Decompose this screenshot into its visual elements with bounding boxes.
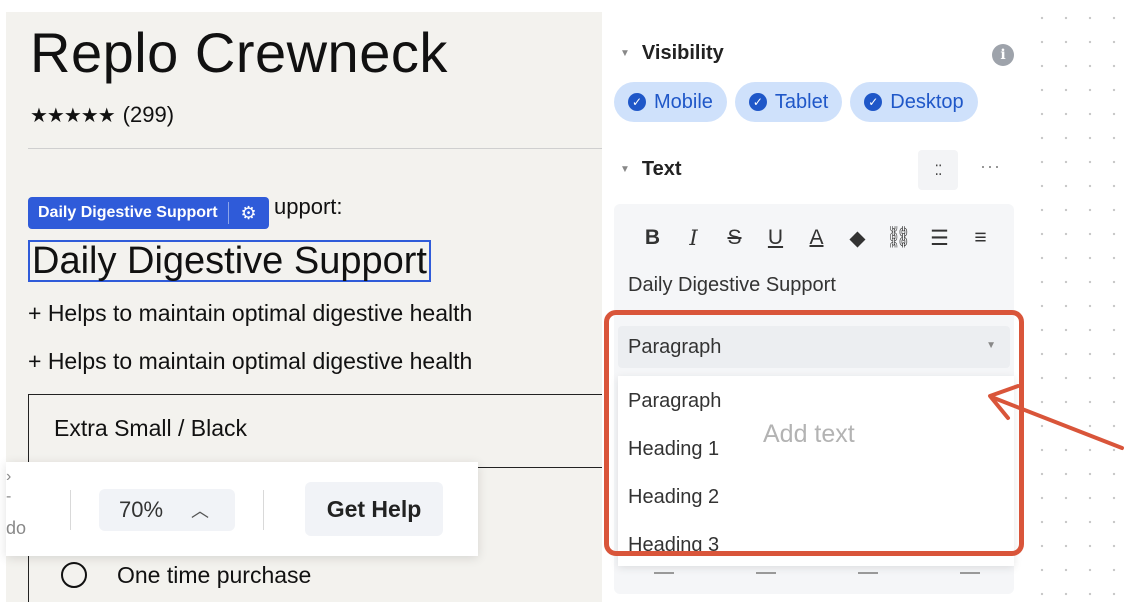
align-justify-icon[interactable] bbox=[960, 572, 980, 574]
chip-label: Mobile bbox=[654, 90, 713, 113]
toolbar-divider bbox=[70, 490, 71, 530]
chip-label: Tablet bbox=[774, 90, 829, 113]
one-time-purchase-label[interactable]: One time purchase bbox=[117, 562, 311, 589]
text-color-icon[interactable]: A bbox=[796, 226, 837, 251]
visibility-title: Visibility bbox=[641, 42, 724, 64]
chip-label: Desktop bbox=[890, 90, 964, 113]
get-help-button[interactable]: Get Help bbox=[305, 482, 443, 536]
toolbar-divider bbox=[263, 490, 264, 530]
benefit-line-1[interactable]: + Helps to maintain optimal digestive he… bbox=[28, 300, 472, 327]
check-circle-icon: ✓ bbox=[628, 93, 646, 111]
align-right-icon[interactable] bbox=[858, 572, 878, 574]
zoom-value: 70% bbox=[119, 497, 164, 522]
align-center-icon[interactable] bbox=[756, 572, 776, 574]
visibility-chip-mobile[interactable]: ✓ Mobile bbox=[614, 82, 727, 122]
more-options-icon[interactable]: ··· bbox=[980, 156, 1001, 177]
floating-toolbar: › - do 70% ︿ Get Help bbox=[6, 462, 478, 556]
star-rating-icon: ★★★★★ bbox=[30, 105, 116, 127]
annotation-highlight-box bbox=[604, 310, 1024, 556]
product-title[interactable]: Replo Crewneck bbox=[30, 20, 448, 85]
selected-element-label: Daily Digestive Support bbox=[38, 204, 218, 221]
info-icon[interactable]: i bbox=[992, 44, 1014, 66]
underline-icon[interactable]: U bbox=[755, 226, 796, 251]
caret-down-icon[interactable]: ▼ bbox=[620, 48, 630, 59]
visibility-chip-tablet[interactable]: ✓ Tablet bbox=[734, 82, 843, 122]
dash-icon: - bbox=[6, 488, 12, 505]
check-circle-icon: ✓ bbox=[748, 93, 767, 111]
text-section-title: Text bbox=[641, 158, 682, 180]
bold-icon[interactable]: B bbox=[632, 226, 673, 251]
one-time-purchase-radio[interactable] bbox=[61, 562, 87, 588]
gear-icon[interactable]: ⚙ bbox=[229, 203, 269, 224]
variant-selector[interactable]: Extra Small / Black bbox=[28, 394, 602, 468]
bullet-list-icon[interactable]: ☰ bbox=[919, 226, 960, 251]
paint-bucket-icon[interactable]: ◆ bbox=[837, 226, 878, 251]
italic-icon[interactable]: I bbox=[673, 226, 714, 251]
selected-element-badge[interactable]: Daily Digestive Support ⚙ bbox=[28, 197, 269, 229]
strikethrough-icon[interactable]: S bbox=[714, 226, 755, 251]
rating-count: (299) bbox=[122, 102, 175, 127]
formatting-toolbar: B I S U A ◆ ⛓ ☰ ≡ bbox=[632, 226, 1001, 251]
check-circle-icon: ✓ bbox=[864, 93, 883, 111]
visibility-section-header[interactable]: ▼ Visibility bbox=[620, 42, 724, 65]
visibility-chips: ✓ Mobile ✓ Tablet ✓ Desktop bbox=[614, 82, 978, 122]
divider bbox=[28, 148, 602, 149]
selected-text-element[interactable]: Daily Digestive Support bbox=[28, 240, 431, 282]
toolbar-edge-label[interactable]: do bbox=[6, 518, 26, 539]
text-section-header[interactable]: ▼ Text bbox=[620, 158, 682, 181]
subheading-text[interactable]: upport: bbox=[274, 194, 343, 220]
benefit-line-2[interactable]: + Helps to maintain optimal digestive he… bbox=[28, 348, 472, 375]
editor-content[interactable]: Daily Digestive Support bbox=[628, 274, 836, 297]
product-rating[interactable]: ★★★★★ (299) bbox=[30, 102, 174, 128]
arrow-right-icon[interactable]: › bbox=[6, 468, 11, 486]
zoom-control[interactable]: 70% ︿ bbox=[99, 489, 235, 531]
visibility-chip-desktop[interactable]: ✓ Desktop bbox=[850, 82, 978, 122]
drag-handle-icon[interactable]: ⁚⁚ bbox=[918, 150, 958, 190]
link-icon[interactable]: ⛓ bbox=[878, 226, 919, 251]
canvas-dot-grid bbox=[1020, 0, 1132, 602]
alignment-options bbox=[654, 572, 980, 574]
numbered-list-icon[interactable]: ≡ bbox=[960, 226, 1001, 251]
align-left-icon[interactable] bbox=[654, 572, 674, 574]
chevron-up-icon[interactable]: ︿ bbox=[191, 497, 209, 523]
variant-label: Extra Small / Black bbox=[54, 415, 247, 441]
caret-down-icon[interactable]: ▼ bbox=[620, 164, 630, 175]
